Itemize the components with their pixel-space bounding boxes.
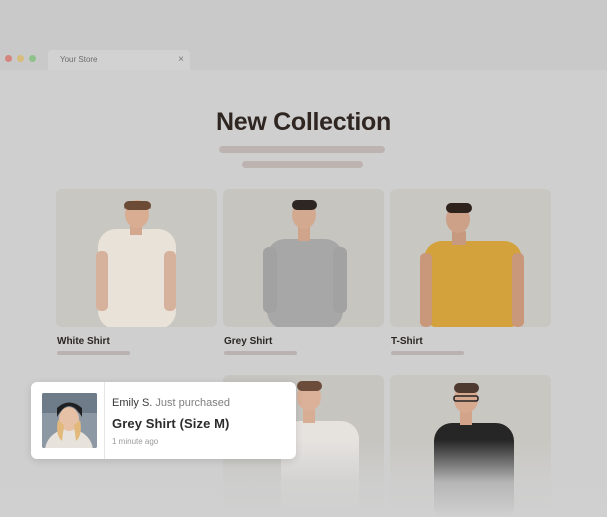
tab-close-icon[interactable]: × [178, 54, 184, 65]
page-title: New Collection [216, 108, 391, 136]
purchased-product[interactable]: Grey Shirt (Size M) [112, 416, 229, 431]
browser-chrome: Your Store × [0, 0, 607, 70]
product-label-white-shirt[interactable]: White Shirt [57, 336, 110, 347]
subtitle-placeholder-line [219, 146, 385, 153]
maximize-window-icon[interactable] [29, 55, 36, 62]
product-card-t-shirt[interactable] [390, 189, 551, 327]
product-price-placeholder [224, 351, 297, 355]
product-card-grey-shirt[interactable] [223, 189, 384, 327]
product-card-white-shirt[interactable] [56, 189, 217, 327]
white-shirt-model-image [96, 200, 176, 327]
close-window-icon[interactable] [5, 55, 12, 62]
product-price-placeholder [57, 351, 130, 355]
customer-name: Emily S. [112, 397, 153, 409]
customer-photo [42, 393, 97, 448]
purchase-action: Just purchased [155, 397, 231, 409]
grey-shirt-model-image [263, 200, 347, 327]
purchase-notification-popup[interactable]: Emily S. Just purchased Grey Shirt (Size… [31, 382, 296, 459]
t-shirt-model-image [420, 203, 524, 327]
browser-tab[interactable]: Your Store × [48, 50, 190, 70]
product-label-t-shirt[interactable]: T-Shirt [391, 336, 423, 347]
minimize-window-icon[interactable] [17, 55, 24, 62]
product-price-placeholder [391, 351, 464, 355]
tab-title: Your Store [60, 55, 98, 64]
product-label-grey-shirt[interactable]: Grey Shirt [224, 336, 272, 347]
purchase-headline: Emily S. Just purchased [112, 397, 230, 409]
popup-divider [104, 382, 105, 459]
purchase-time: 1 minute ago [112, 437, 159, 446]
subtitle-placeholder-line [242, 161, 363, 168]
